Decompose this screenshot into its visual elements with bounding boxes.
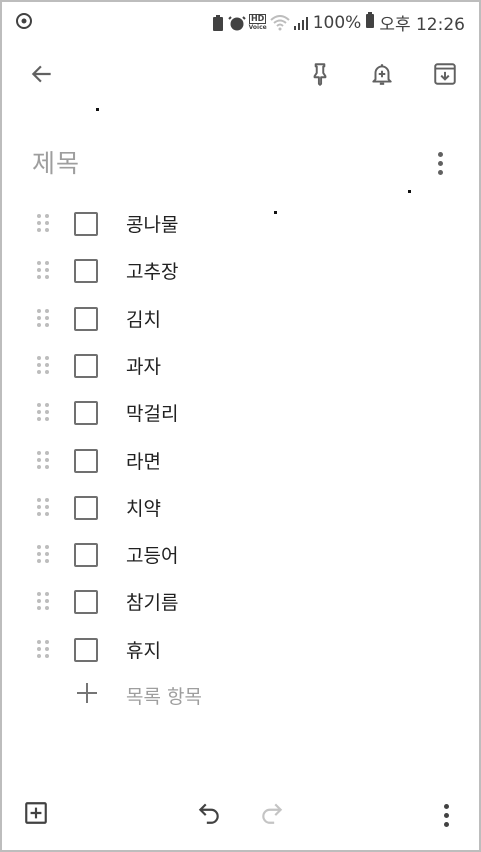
list-item-text[interactable]: 라면 (126, 447, 161, 474)
checkbox[interactable] (74, 495, 98, 520)
title-input[interactable]: 제목 (32, 144, 80, 180)
list-item-text[interactable]: 김치 (126, 305, 161, 332)
checkbox[interactable] (74, 353, 98, 378)
list-item: 고추장 (0, 247, 481, 294)
checkbox[interactable] (74, 212, 98, 236)
back-arrow-icon (29, 61, 55, 87)
title-row: 제목 (32, 140, 452, 184)
wifi-icon (270, 14, 290, 31)
add-list-item-button[interactable]: 목록 항목 (0, 672, 481, 716)
drag-handle-icon[interactable] (37, 261, 51, 283)
list-item-text[interactable]: 막걸리 (126, 399, 178, 426)
reminder-button[interactable] (362, 54, 402, 94)
drag-handle-icon[interactable] (37, 355, 51, 378)
checkbox[interactable] (74, 259, 98, 284)
status-bar: HD Voice 100% 오후 12:26 (2, 2, 479, 40)
more-vert-icon (443, 803, 449, 827)
lock-battery-icon (211, 14, 225, 32)
screen-speck (96, 108, 99, 111)
archive-icon (432, 61, 458, 87)
list-item-text[interactable]: 고등어 (126, 541, 178, 568)
pin-icon (307, 61, 333, 87)
drag-handle-icon[interactable] (37, 214, 51, 236)
sync-icon (14, 11, 34, 35)
checkbox[interactable] (74, 401, 98, 426)
list-item-text[interactable]: 콩나물 (126, 210, 178, 237)
more-vert-icon (437, 151, 443, 175)
checkbox[interactable] (74, 448, 98, 473)
add-list-item-label: 목록 항목 (126, 686, 202, 708)
redo-button[interactable] (252, 795, 292, 835)
redo-icon (259, 800, 285, 830)
voice-label: Voice (248, 23, 267, 31)
list-item: 김치 (0, 295, 481, 342)
screen-speck (274, 211, 277, 214)
note-toolbar (2, 48, 479, 102)
list-item: 고등어 (0, 531, 481, 578)
drag-handle-icon[interactable] (37, 497, 51, 520)
list-item-text[interactable]: 치약 (126, 494, 161, 521)
drag-handle-icon[interactable] (37, 592, 51, 614)
list-item-text[interactable]: 휴지 (126, 636, 161, 663)
archive-button[interactable] (425, 54, 465, 94)
screen-speck (408, 190, 411, 193)
alarm-icon (227, 14, 246, 32)
drag-handle-icon[interactable] (37, 450, 51, 473)
pin-button[interactable] (300, 54, 340, 94)
battery-icon (365, 11, 375, 34)
hd-label: HD (248, 13, 267, 24)
checkbox[interactable] (74, 306, 98, 331)
plus-icon (74, 680, 100, 706)
back-button[interactable] (22, 54, 62, 94)
battery-percent: 100% (312, 12, 362, 33)
list-item: 막걸리 (0, 389, 481, 436)
list-item: 과자 (0, 342, 481, 389)
bottom-bar (2, 790, 479, 840)
checkbox[interactable] (74, 637, 98, 662)
list-item-text[interactable]: 과자 (126, 352, 161, 379)
drag-handle-icon[interactable] (37, 308, 51, 331)
list-item-text[interactable]: 고추장 (126, 257, 178, 284)
checkbox[interactable] (74, 543, 98, 568)
more-options-button[interactable] (426, 795, 466, 835)
drag-handle-icon[interactable] (37, 545, 51, 567)
clock: 오후 12:26 (379, 15, 465, 35)
hd-voice-icon: HD Voice (248, 13, 267, 32)
undo-icon (196, 800, 222, 830)
add-content-button[interactable] (16, 795, 56, 835)
signal-icon (293, 15, 309, 31)
list-item: 콩나물 (0, 200, 481, 247)
list-item: 참기름 (0, 578, 481, 625)
reminder-bell-icon (369, 61, 395, 87)
list-item-text[interactable]: 참기름 (126, 588, 178, 615)
title-more-button[interactable] (428, 148, 452, 178)
list-item: 휴지 (0, 626, 481, 673)
undo-button[interactable] (189, 795, 229, 835)
add-box-icon (23, 800, 49, 830)
list-item: 치약 (0, 484, 481, 531)
checkbox[interactable] (74, 590, 98, 615)
list-item: 라면 (0, 437, 481, 484)
drag-handle-icon[interactable] (37, 639, 51, 662)
drag-handle-icon[interactable] (37, 403, 51, 425)
